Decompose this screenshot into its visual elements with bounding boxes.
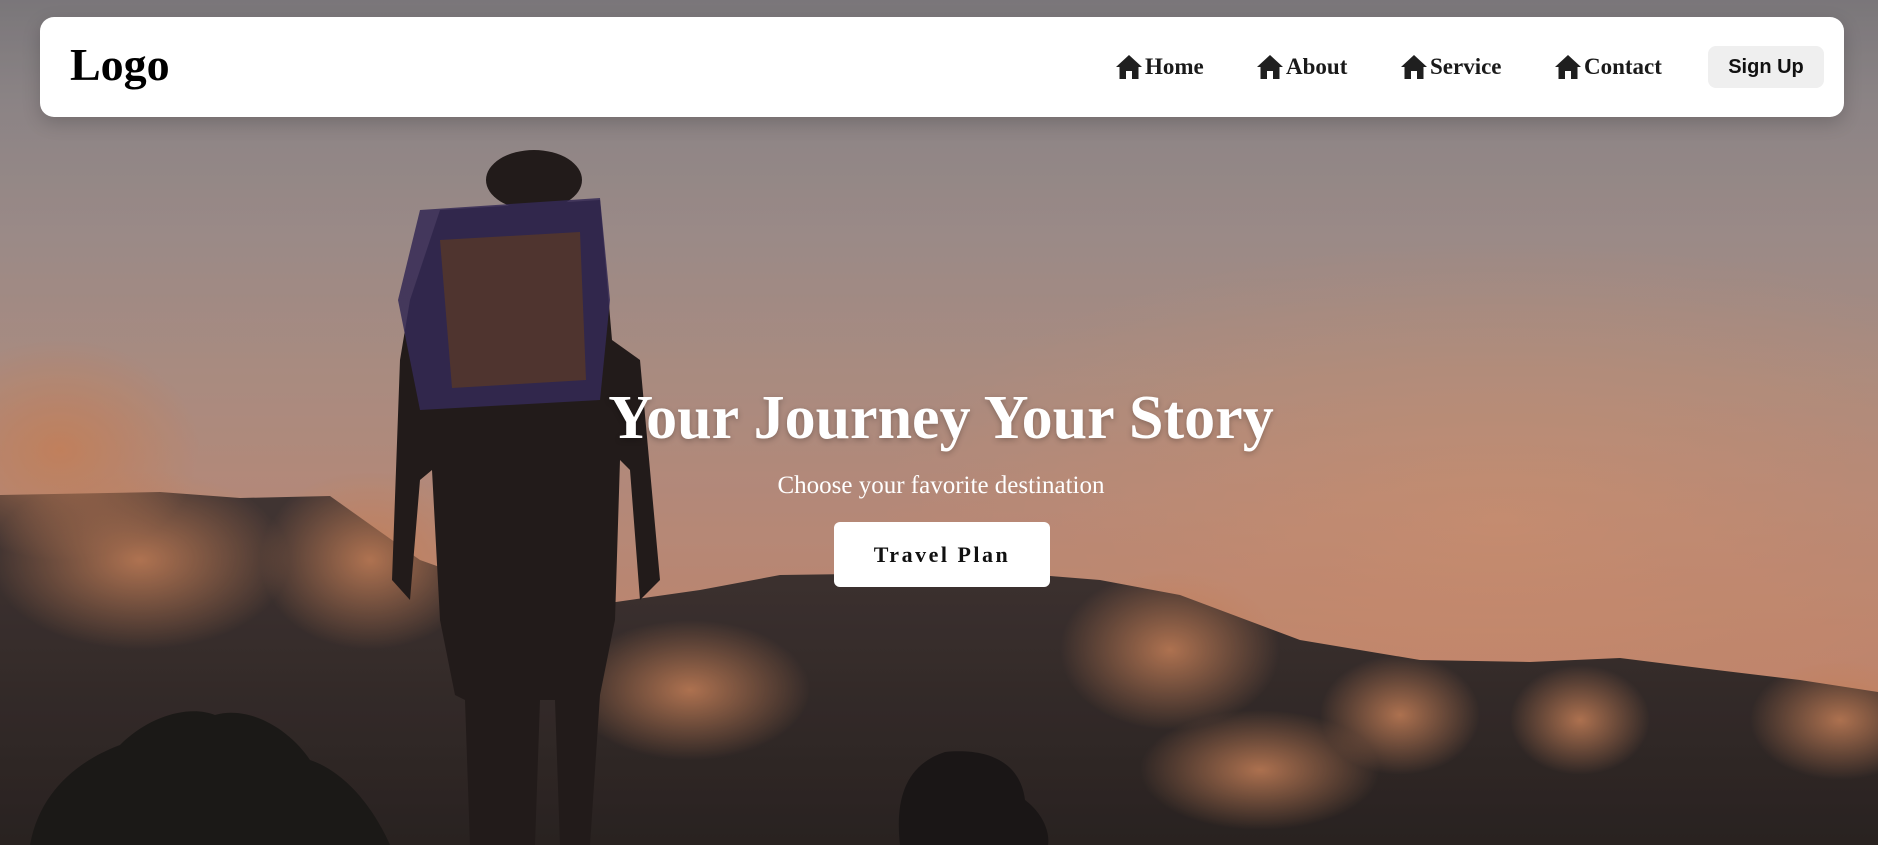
nav-link-contact[interactable]: Contact [1554, 51, 1662, 83]
nav-link-label: About [1286, 54, 1348, 79]
nav-link-label: Service [1430, 54, 1502, 79]
navbar: Logo Home About Service Contact Sign Up [40, 17, 1844, 117]
home-icon [1256, 54, 1284, 80]
nav-link-label: Contact [1584, 54, 1662, 79]
nav-link-about[interactable]: About [1256, 51, 1347, 83]
hero-title: Your Journey Your Story [608, 384, 1274, 452]
nav-link-service[interactable]: Service [1400, 51, 1502, 83]
nav-link-home[interactable]: Home [1115, 51, 1204, 83]
hero-subtitle: Choose your favorite destination [777, 472, 1105, 499]
home-icon [1400, 54, 1428, 80]
nav-link-label: Home [1145, 54, 1204, 79]
nav-links: Home About Service Contact [40, 17, 1844, 117]
home-icon [1115, 54, 1143, 80]
home-icon [1554, 54, 1582, 80]
sign-up-button[interactable]: Sign Up [1708, 46, 1824, 88]
travel-plan-button[interactable]: Travel Plan [834, 522, 1050, 587]
